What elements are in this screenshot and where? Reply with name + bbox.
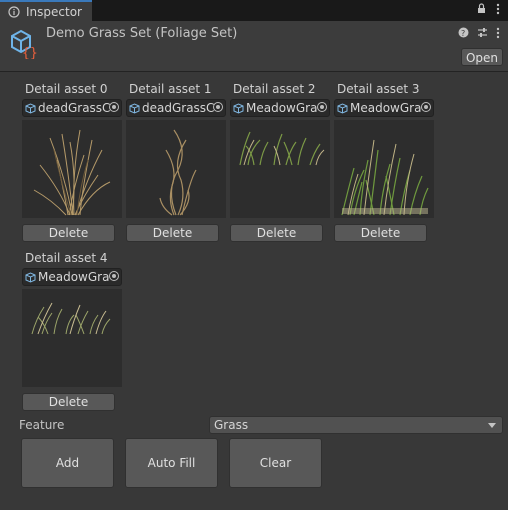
detail-label: Detail asset 3	[337, 82, 420, 96]
dead-grass-thumbnail	[33, 129, 111, 216]
svg-text:?: ?	[461, 29, 465, 38]
feature-label: Feature	[19, 418, 65, 432]
prefab-icon	[337, 102, 348, 114]
delete-button[interactable]: Delete	[230, 224, 323, 242]
kebab-menu-icon[interactable]	[496, 3, 500, 15]
settings-icon[interactable]	[477, 27, 488, 38]
detail-object-field[interactable]: MeadowGra	[22, 268, 122, 286]
meadow-grass-thumbnail	[239, 131, 325, 166]
delete-button[interactable]: Delete	[22, 224, 115, 242]
delete-button[interactable]: Delete	[22, 393, 115, 411]
detail-label: Detail asset 2	[233, 82, 316, 96]
detail-asset-name: MeadowGra	[38, 270, 110, 284]
info-icon	[8, 5, 20, 18]
open-button[interactable]: Open	[461, 48, 503, 66]
tab-inspector[interactable]: Inspector	[0, 0, 92, 21]
dead-grass-thumbnail	[159, 129, 197, 216]
meadow-grass-thumbnail	[31, 302, 111, 335]
delete-button[interactable]: Delete	[126, 224, 219, 242]
detail-asset-name: MeadowGra	[246, 101, 318, 115]
chevron-down-icon	[488, 423, 496, 428]
prefab-icon	[25, 102, 36, 114]
detail-thumbnail	[230, 120, 330, 218]
detail-object-field[interactable]: deadGrassC	[126, 99, 226, 117]
detail-object-field[interactable]: deadGrassC	[22, 99, 122, 117]
object-picker-icon[interactable]	[317, 102, 327, 112]
feature-value: Grass	[214, 418, 249, 432]
asset-title: Demo Grass Set (Foliage Set)	[46, 26, 238, 41]
detail-thumbnail	[22, 120, 122, 218]
feature-dropdown[interactable]: Grass	[209, 416, 503, 434]
prefab-icon	[129, 102, 140, 114]
detail-thumbnail	[334, 120, 434, 218]
detail-label: Detail asset 0	[25, 82, 108, 96]
auto-fill-button[interactable]: Auto Fill	[125, 438, 218, 488]
object-picker-icon[interactable]	[213, 102, 223, 112]
detail-object-field[interactable]: MeadowGra	[230, 99, 330, 117]
prefab-icon	[233, 102, 244, 114]
kebab-menu-icon[interactable]	[496, 27, 500, 39]
detail-label: Detail asset 4	[25, 251, 108, 265]
add-button[interactable]: Add	[21, 438, 114, 488]
tab-bar: Inspector	[0, 0, 508, 21]
help-icon[interactable]: ?	[458, 27, 469, 38]
delete-button[interactable]: Delete	[334, 224, 427, 242]
object-picker-icon[interactable]	[109, 102, 119, 112]
prefab-icon	[25, 271, 36, 283]
tab-label: Inspector	[26, 4, 82, 19]
meadow-grass-thumbnail	[341, 139, 429, 216]
clear-button[interactable]: Clear	[229, 438, 322, 488]
inspector-header: {} Demo Grass Set (Foliage Set) ? Open	[0, 21, 508, 72]
object-picker-icon[interactable]	[421, 102, 431, 112]
scriptable-object-icon: {}	[11, 29, 38, 59]
detail-label: Detail asset 1	[129, 82, 212, 96]
detail-object-field[interactable]: MeadowGra	[334, 99, 434, 117]
detail-asset-name: deadGrassC	[142, 101, 214, 115]
object-picker-icon[interactable]	[109, 271, 119, 281]
detail-thumbnail	[22, 289, 122, 387]
detail-thumbnail	[126, 120, 226, 218]
lock-icon[interactable]	[477, 3, 486, 14]
detail-asset-name: deadGrassC	[38, 101, 110, 115]
svg-text:{}: {}	[22, 46, 38, 59]
detail-asset-name: MeadowGra	[350, 101, 422, 115]
